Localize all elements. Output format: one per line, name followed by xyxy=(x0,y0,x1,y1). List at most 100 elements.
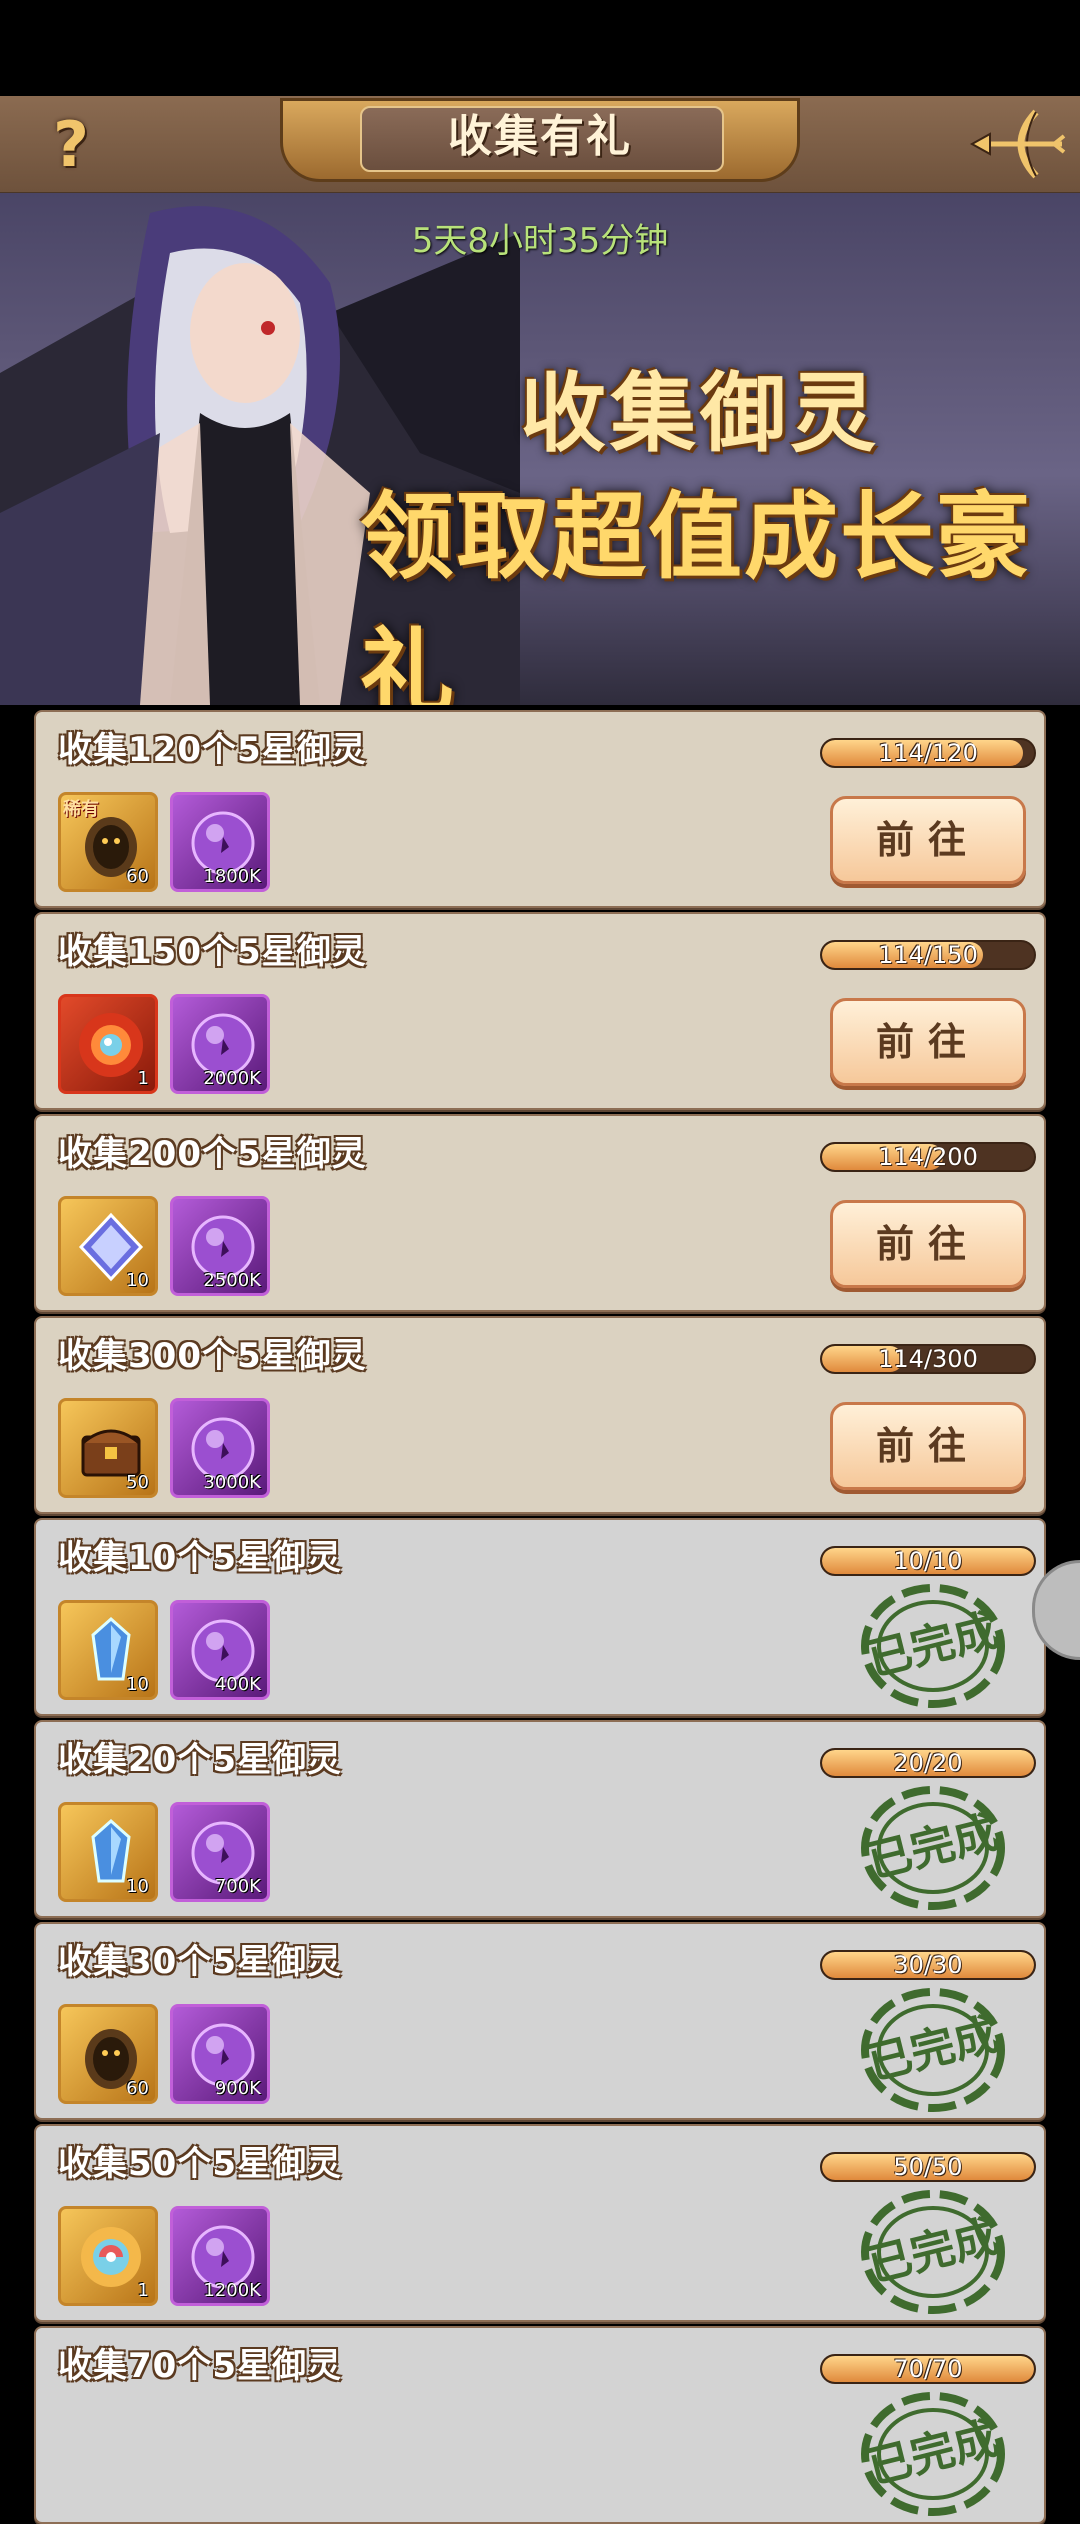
go-button[interactable]: 前往 xyxy=(830,998,1026,1086)
task-title: 收集10个5星御灵 xyxy=(58,1538,342,1578)
progress-bar: 70/70 xyxy=(820,2354,1036,2384)
progress-bar: 114/120 xyxy=(820,738,1036,768)
go-button[interactable]: 前往 xyxy=(830,796,1026,884)
progress-text: 20/20 xyxy=(893,1749,963,1777)
task-card: 收集300个5星御灵 114/300 50 3000K 前往 xyxy=(34,1316,1046,1514)
task-card: 收集120个5星御灵 114/120 稀有 60 1800K 前往 xyxy=(34,710,1046,908)
completed-stamp-text: 已完成 xyxy=(863,2211,1003,2292)
reward-item[interactable]: 稀有 60 xyxy=(58,792,158,892)
go-button-label: 前往 xyxy=(875,1424,980,1468)
go-button-label: 前往 xyxy=(875,818,980,862)
banner-headline: 收集御灵 xyxy=(520,364,880,464)
task-title: 收集50个5星御灵 xyxy=(58,2144,342,2184)
task-title: 收集20个5星御灵 xyxy=(58,1740,342,1780)
progress-bar: 50/50 xyxy=(820,2152,1036,2182)
task-card: 收集70个5星御灵 70/70 已完成 xyxy=(34,2326,1046,2524)
reward-quantity: 60 xyxy=(126,2078,149,2099)
progress-bar: 20/20 xyxy=(820,1748,1036,1778)
progress-text: 50/50 xyxy=(893,2153,963,2181)
completed-stamp-text: 已完成 xyxy=(863,2413,1003,2494)
reward-item[interactable]: 1 xyxy=(58,2206,158,2306)
reward-item[interactable]: 10 xyxy=(58,1802,158,1902)
reward-item[interactable]: 1800K xyxy=(170,792,270,892)
reward-item[interactable]: 60 xyxy=(58,2004,158,2104)
page-title: 收集有礼 xyxy=(448,111,632,162)
red-rainbow-orb-icon xyxy=(79,1013,143,1077)
task-title: 收集30个5星御灵 xyxy=(58,1942,342,1982)
progress-bar: 10/10 xyxy=(820,1546,1036,1576)
reward-item[interactable]: 1 xyxy=(58,994,158,1094)
go-button[interactable]: 前往 xyxy=(830,1200,1026,1288)
event-banner: 5天8小时35分钟 收集御灵 领取超值成长豪礼 xyxy=(0,193,1080,705)
completed-stamp: 已完成 xyxy=(861,2190,1005,2314)
status-bar xyxy=(0,0,1080,96)
completed-stamp-text: 已完成 xyxy=(863,2009,1003,2090)
question-mark-icon: ? xyxy=(53,108,89,181)
reward-quantity: 900K xyxy=(214,2078,261,2099)
reward-item[interactable]: 1200K xyxy=(170,2206,270,2306)
progress-bar: 114/200 xyxy=(820,1142,1036,1172)
reward-item[interactable]: 10 xyxy=(58,1600,158,1700)
completed-stamp: 已完成 xyxy=(861,1988,1005,2112)
title-plate: 收集有礼 xyxy=(240,96,840,188)
banner-subheadline: 领取超值成长豪礼 xyxy=(360,483,1033,705)
back-button[interactable] xyxy=(966,104,1066,184)
go-button[interactable]: 前往 xyxy=(830,1402,1026,1490)
task-card: 收集150个5星御灵 114/150 1 2000K 前往 xyxy=(34,912,1046,1110)
completed-stamp: 已完成 xyxy=(861,2392,1005,2516)
bow-arrow-back-icon xyxy=(969,109,1066,179)
progress-text: 114/120 xyxy=(878,739,978,767)
reward-quantity: 1 xyxy=(137,2280,149,2301)
go-button-label: 前往 xyxy=(875,1222,980,1266)
reward-quantity: 1 xyxy=(137,1068,149,1089)
task-card: 收集50个5星御灵 50/50 1 1200K 已完成 xyxy=(34,2124,1046,2322)
progress-text: 70/70 xyxy=(893,2355,963,2383)
reward-quantity: 2500K xyxy=(203,1270,261,1291)
task-card: 收集200个5星御灵 114/200 10 2500K 前往 xyxy=(34,1114,1046,1312)
reward-item[interactable]: 10 xyxy=(58,1196,158,1296)
completed-stamp-text: 已完成 xyxy=(863,1807,1003,1888)
task-card: 收集30个5星御灵 30/30 60 900K 已完成 xyxy=(34,1922,1046,2120)
task-title: 收集200个5星御灵 xyxy=(58,1134,367,1174)
go-button-label: 前往 xyxy=(875,1020,980,1064)
progress-text: 10/10 xyxy=(893,1547,963,1575)
rainbow-orb-icon xyxy=(81,2227,141,2287)
reward-quantity: 700K xyxy=(214,1876,261,1897)
task-title: 收集70个5星御灵 xyxy=(58,2346,342,2386)
reward-quantity: 10 xyxy=(126,1270,149,1291)
reward-item[interactable]: 50 xyxy=(58,1398,158,1498)
countdown-timer: 5天8小时35分钟 xyxy=(411,221,669,261)
progress-text: 114/150 xyxy=(878,941,978,969)
progress-text: 114/200 xyxy=(878,1143,978,1171)
progress-text: 30/30 xyxy=(893,1951,963,1979)
reward-item[interactable]: 3000K xyxy=(170,1398,270,1498)
reward-item[interactable]: 2500K xyxy=(170,1196,270,1296)
task-card: 收集20个5星御灵 20/20 10 700K 已完成 xyxy=(34,1720,1046,1918)
reward-quantity: 10 xyxy=(126,1674,149,1695)
reward-quantity: 1200K xyxy=(203,2280,261,2301)
reward-item[interactable]: 900K xyxy=(170,2004,270,2104)
progress-bar: 114/300 xyxy=(820,1344,1036,1374)
task-title: 收集120个5星御灵 xyxy=(58,730,367,770)
reward-quantity: 2000K xyxy=(203,1068,261,1089)
completed-stamp: 已完成 xyxy=(861,1584,1005,1708)
progress-bar: 114/150 xyxy=(820,940,1036,970)
progress-text: 114/300 xyxy=(878,1345,978,1373)
reward-quantity: 10 xyxy=(126,1876,149,1897)
task-title: 收集150个5星御灵 xyxy=(58,932,367,972)
reward-item[interactable]: 700K xyxy=(170,1802,270,1902)
progress-bar: 30/30 xyxy=(820,1950,1036,1980)
reward-quantity: 1800K xyxy=(203,866,261,887)
task-card: 收集10个5星御灵 10/10 10 400K 已完成 xyxy=(34,1518,1046,1716)
reward-quantity: 3000K xyxy=(203,1472,261,1493)
reward-quantity: 50 xyxy=(126,1472,149,1493)
task-title: 收集300个5星御灵 xyxy=(58,1336,367,1376)
completed-stamp-text: 已完成 xyxy=(863,1605,1003,1686)
help-button[interactable]: ? xyxy=(36,110,106,180)
rare-tag: 稀有 xyxy=(63,799,99,820)
reward-item[interactable]: 400K xyxy=(170,1600,270,1700)
reward-quantity: 400K xyxy=(214,1674,261,1695)
completed-stamp: 已完成 xyxy=(861,1786,1005,1910)
reward-quantity: 60 xyxy=(126,866,149,887)
reward-item[interactable]: 2000K xyxy=(170,994,270,1094)
